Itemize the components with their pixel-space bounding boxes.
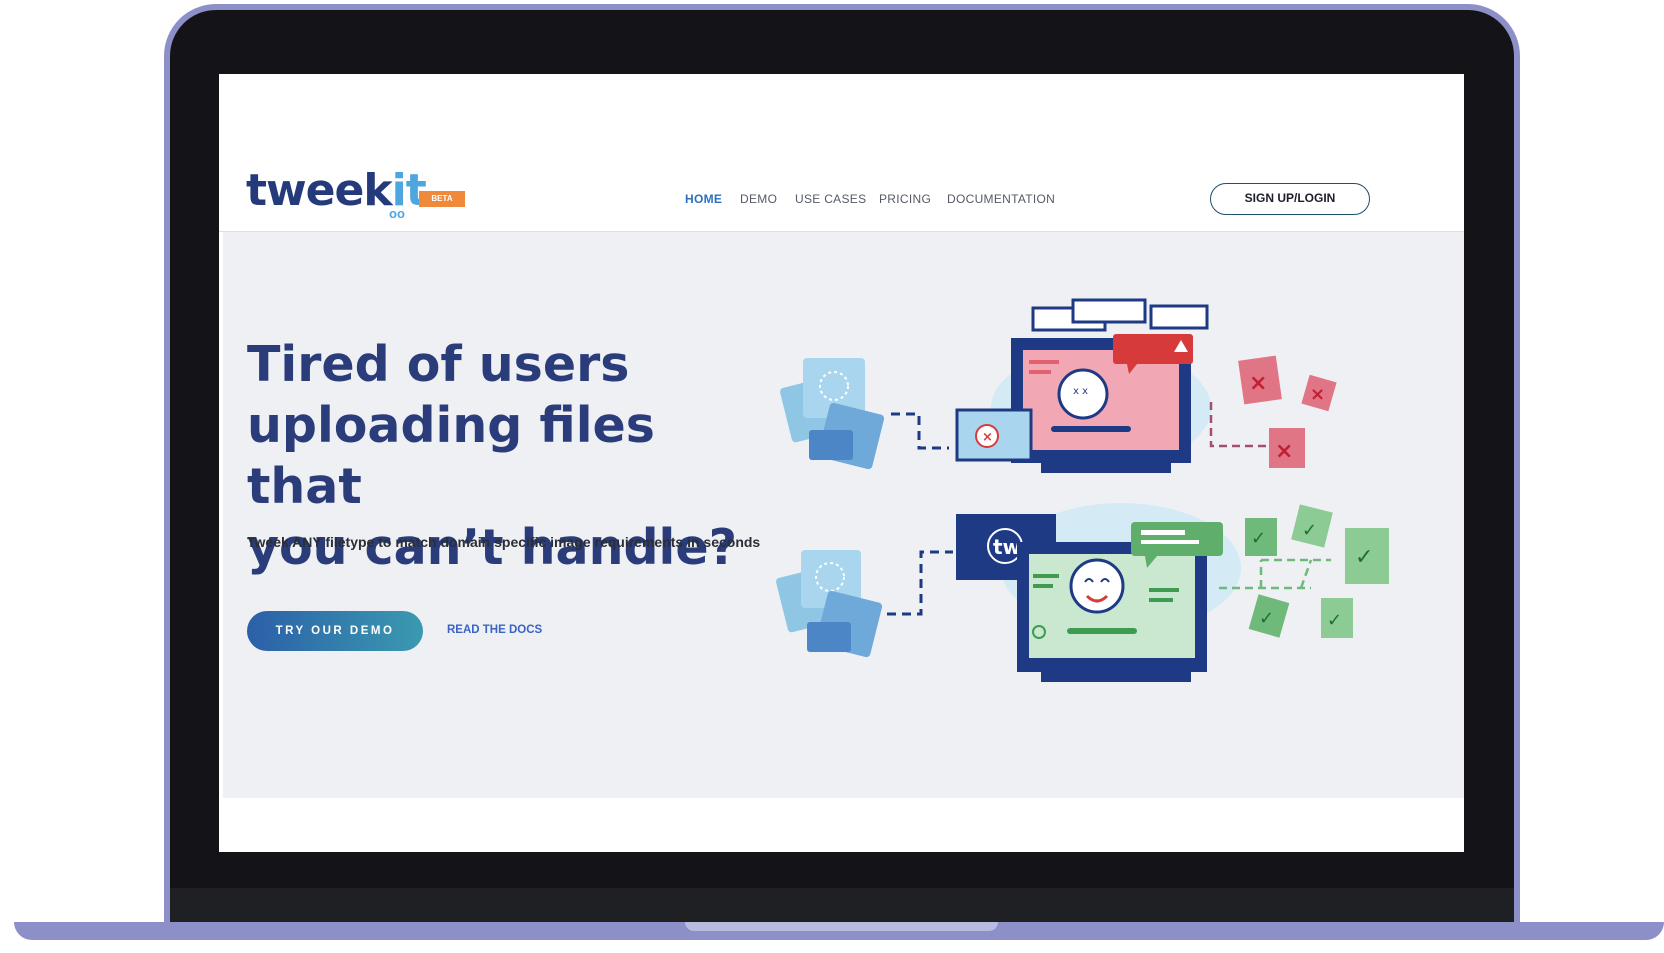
hero-section: Tired of users uploading files that you …	[223, 232, 1464, 798]
svg-text:×: ×	[1310, 384, 1325, 405]
headline-line-2: uploading files that	[247, 397, 655, 515]
success-monitor-icon: tw	[956, 503, 1241, 682]
browser-screen: tweekit oo BETA HOME DEMO USE CASES PRIC…	[219, 74, 1464, 852]
laptop-base-notch	[685, 922, 998, 931]
tw-logo-text: tw	[993, 535, 1021, 559]
rejected-file-icons: × × ×	[1238, 355, 1337, 468]
svg-text:✓: ✓	[1355, 545, 1373, 570]
nav-use-cases[interactable]: USE CASES	[795, 192, 866, 206]
svg-text:✓: ✓	[1302, 520, 1317, 541]
logo-main-text: tweek	[246, 165, 393, 216]
file-processing-illustration: x x × × × × tw ✓ ✓ ✓ ✓ ✓	[776, 298, 1389, 682]
beta-badge: BETA	[419, 191, 465, 207]
svg-text:×: ×	[1249, 371, 1267, 396]
nav-home[interactable]: HOME	[685, 192, 722, 206]
svg-text:x x: x x	[1073, 386, 1088, 397]
nav-pricing[interactable]: PRICING	[879, 192, 931, 206]
svg-text:✓: ✓	[1259, 608, 1274, 629]
headline-line-1: Tired of users	[247, 336, 630, 393]
navbar: tweekit oo BETA HOME DEMO USE CASES PRIC…	[219, 74, 1464, 232]
error-monitor-icon: x x ×	[955, 298, 1211, 473]
svg-text:×: ×	[1275, 439, 1293, 464]
laptop-bezel-bottom	[170, 888, 1514, 924]
svg-text:✓: ✓	[1327, 610, 1342, 631]
read-docs-link[interactable]: READ THE DOCS	[447, 624, 542, 636]
nav-documentation[interactable]: DOCUMENTATION	[947, 192, 1055, 206]
logo-infinity-mark: oo	[389, 206, 405, 221]
svg-text:×: ×	[982, 430, 993, 445]
page-lower-band	[219, 798, 1464, 852]
hero-subtitle: Tweek ANY filetype to match domain speci…	[247, 534, 761, 550]
top-file-stack-icon	[780, 358, 885, 470]
svg-text:✓: ✓	[1251, 528, 1266, 549]
accepted-file-icons: ✓ ✓ ✓ ✓ ✓	[1245, 504, 1389, 638]
bottom-file-stack-icon	[776, 550, 883, 658]
try-demo-button[interactable]: TRY OUR DEMO	[247, 611, 423, 651]
nav-demo[interactable]: DEMO	[740, 192, 777, 206]
signup-login-button[interactable]: SIGN UP/LOGIN	[1210, 183, 1370, 215]
